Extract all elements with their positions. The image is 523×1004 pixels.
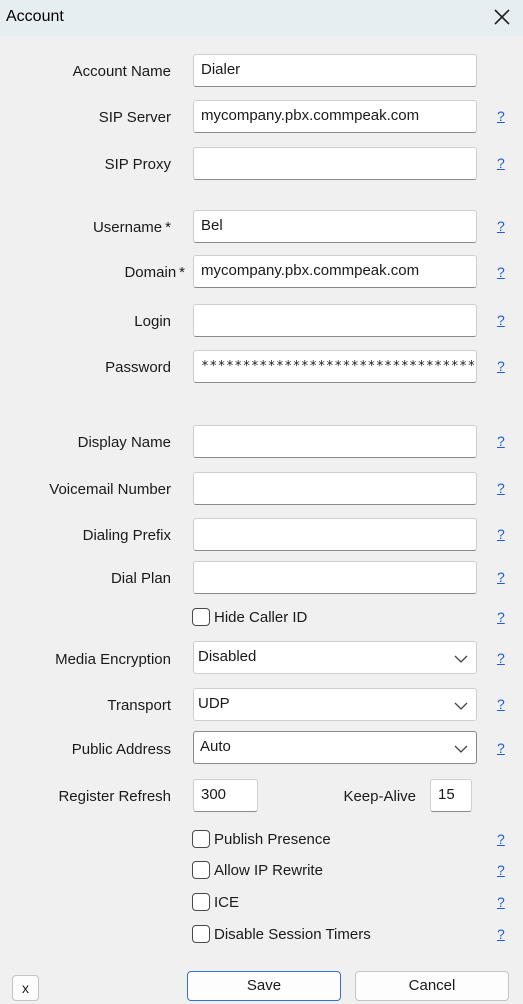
dial-plan-label: Dial Plan — [110, 570, 171, 587]
account-name-label: Account Name — [72, 63, 171, 80]
voicemail-number-label: Voicemail Number — [49, 481, 171, 498]
username-label-text: Username — [92, 219, 163, 236]
required-marker: * — [165, 219, 171, 236]
required-marker: * — [179, 264, 185, 281]
sip-proxy-field[interactable] — [193, 147, 477, 180]
display-name-field[interactable] — [193, 425, 477, 458]
keep-alive-label: Keep-Alive — [343, 788, 416, 805]
allow-ip-rewrite-help-link[interactable]: ? — [497, 862, 505, 878]
voicemail-number-field[interactable] — [193, 472, 477, 505]
transport-select[interactable]: UDP — [193, 688, 477, 721]
publish-presence-help-link[interactable]: ? — [497, 831, 505, 847]
register-refresh-label: Register Refresh — [58, 788, 171, 805]
checkbox-box[interactable] — [192, 830, 210, 848]
dialing-prefix-label: Dialing Prefix — [82, 527, 171, 544]
hide-caller-id-label: Hide Caller ID — [214, 608, 308, 626]
media-encryption-help-link[interactable]: ? — [497, 650, 505, 666]
disable-session-timers-label: Disable Session Timers — [214, 925, 371, 943]
close-icon[interactable] — [489, 4, 515, 30]
password-label: Password — [105, 359, 171, 376]
chevron-down-icon — [454, 742, 468, 754]
cancel-button[interactable]: Cancel — [355, 971, 509, 1001]
register-refresh-field[interactable]: 300 — [193, 779, 258, 812]
title-bar: Account — [0, 0, 523, 36]
sip-server-help-link[interactable]: ? — [497, 108, 505, 124]
domain-help-link[interactable]: ? — [497, 264, 505, 280]
display-name-label: Display Name — [77, 434, 171, 451]
chevron-down-icon — [454, 652, 468, 664]
sip-proxy-help-link[interactable]: ? — [497, 155, 505, 171]
publish-presence-checkbox[interactable]: Publish Presence — [192, 829, 331, 849]
hide-caller-id-help-link[interactable]: ? — [497, 609, 505, 625]
checkbox-box[interactable] — [192, 925, 210, 943]
public-address-select[interactable]: Auto — [193, 731, 477, 764]
checkbox-box[interactable] — [192, 861, 210, 879]
allow-ip-rewrite-label: Allow IP Rewrite — [214, 861, 323, 879]
account-name-field[interactable]: Dialer — [193, 54, 477, 87]
checkbox-box[interactable] — [192, 608, 210, 626]
ice-checkbox[interactable]: ICE — [192, 892, 239, 912]
sip-proxy-label: SIP Proxy — [104, 156, 171, 173]
login-label: Login — [134, 313, 171, 330]
dialing-prefix-help-link[interactable]: ? — [497, 526, 505, 542]
dial-plan-field[interactable] — [193, 561, 477, 594]
checkbox-box[interactable] — [192, 893, 210, 911]
login-help-link[interactable]: ? — [497, 312, 505, 328]
domain-field[interactable]: mycompany.pbx.commpeak.com — [193, 255, 477, 288]
sip-server-field[interactable]: mycompany.pbx.commpeak.com — [193, 100, 477, 133]
sip-server-label: SIP Server — [98, 109, 171, 126]
public-address-value: Auto — [200, 738, 231, 755]
dialing-prefix-field[interactable] — [193, 518, 477, 551]
x-button[interactable]: x — [12, 975, 39, 1001]
domain-label: Domain * — [0, 264, 185, 281]
disable-session-timers-help-link[interactable]: ? — [497, 926, 505, 942]
window-title: Account — [6, 8, 64, 25]
keep-alive-field[interactable]: 15 — [430, 779, 472, 812]
media-encryption-select[interactable]: Disabled — [193, 641, 477, 674]
media-encryption-value: Disabled — [198, 648, 257, 665]
voicemail-number-help-link[interactable]: ? — [497, 480, 505, 496]
ice-help-link[interactable]: ? — [497, 894, 505, 910]
password-help-link[interactable]: ? — [497, 358, 505, 374]
login-field[interactable] — [193, 304, 477, 337]
chevron-down-icon — [454, 699, 468, 711]
transport-help-link[interactable]: ? — [497, 696, 505, 712]
allow-ip-rewrite-checkbox[interactable]: Allow IP Rewrite — [192, 860, 323, 880]
media-encryption-label: Media Encryption — [55, 651, 171, 668]
public-address-label: Public Address — [71, 741, 171, 758]
save-button[interactable]: Save — [187, 971, 341, 1001]
username-label: Username * — [0, 219, 171, 236]
dial-plan-help-link[interactable]: ? — [497, 569, 505, 585]
username-field[interactable]: Bel — [193, 210, 477, 243]
display-name-help-link[interactable]: ? — [497, 433, 505, 449]
domain-label-text: Domain — [124, 264, 177, 281]
transport-value: UDP — [198, 695, 230, 712]
password-field[interactable]: ************************************ — [193, 350, 477, 383]
transport-label: Transport — [107, 697, 171, 714]
disable-session-timers-checkbox[interactable]: Disable Session Timers — [192, 924, 371, 944]
ice-label: ICE — [214, 893, 240, 911]
public-address-help-link[interactable]: ? — [497, 740, 505, 756]
username-help-link[interactable]: ? — [497, 218, 505, 234]
publish-presence-label: Publish Presence — [214, 830, 331, 848]
hide-caller-id-checkbox[interactable]: Hide Caller ID — [192, 607, 307, 627]
